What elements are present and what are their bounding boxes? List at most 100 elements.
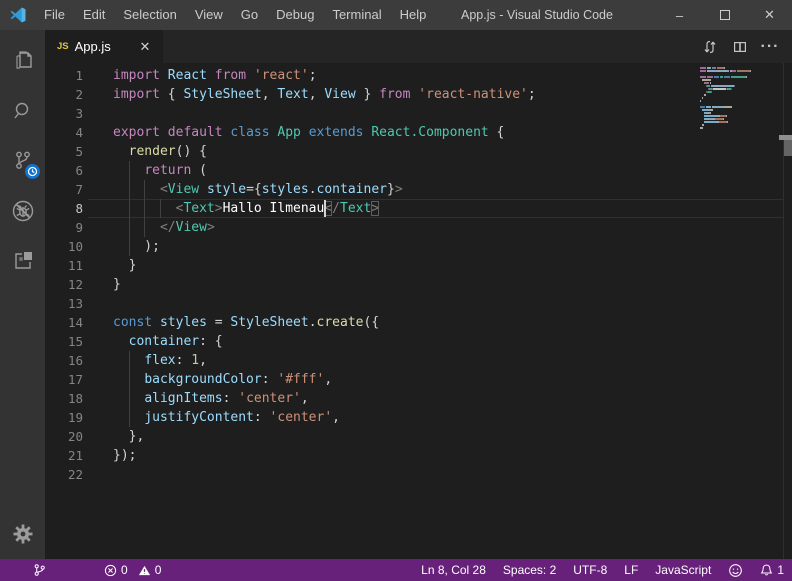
- code-line: import { StyleSheet, Text, View } from '…: [88, 85, 783, 104]
- source-control-badge-clock-icon: [25, 164, 40, 179]
- split-editor-icon: [732, 39, 748, 55]
- minimize-button[interactable]: –: [657, 0, 702, 30]
- feedback-button[interactable]: [728, 563, 743, 578]
- error-icon: [104, 564, 117, 577]
- encoding-button[interactable]: UTF-8: [573, 563, 607, 577]
- code-line: <Text>Hallo Ilmenau</Text>: [88, 199, 783, 218]
- indent-guide: [129, 408, 130, 427]
- sidebar-item-source-control[interactable]: [0, 136, 45, 186]
- line-number: 5: [45, 142, 88, 161]
- code-line: alignItems: 'center',: [88, 389, 783, 408]
- indent-guide: [129, 199, 130, 218]
- code-row-15[interactable]: 15 container: {: [45, 332, 792, 351]
- git-branch-button[interactable]: [33, 563, 46, 577]
- line-number: 2: [45, 85, 88, 104]
- more-actions-button[interactable]: ···: [760, 37, 780, 57]
- line-number: 3: [45, 104, 88, 123]
- git-branch-icon: [33, 563, 46, 577]
- line-number: 18: [45, 389, 88, 408]
- code-editor[interactable]: 1import React from 'react';2import { Sty…: [45, 63, 792, 559]
- overview-ruler[interactable]: [783, 63, 792, 559]
- scrollbar-thumb[interactable]: [784, 140, 792, 156]
- code-row-14[interactable]: 14const styles = StyleSheet.create({: [45, 313, 792, 332]
- code-row-4[interactable]: 4export default class App extends React.…: [45, 123, 792, 142]
- menu-bar: FileEditSelectionViewGoDebugTerminalHelp: [35, 0, 435, 30]
- line-number: 21: [45, 446, 88, 465]
- split-editor-button[interactable]: [730, 37, 750, 57]
- problems-button[interactable]: 0 0: [104, 563, 161, 577]
- editor-group: JS App.js ✕: [45, 30, 792, 559]
- code-row-21[interactable]: 21});: [45, 446, 792, 465]
- code-row-17[interactable]: 17 backgroundColor: '#fff',: [45, 370, 792, 389]
- code-row-5[interactable]: 5 render() {: [45, 142, 792, 161]
- language-mode-button[interactable]: JavaScript: [655, 563, 711, 577]
- javascript-file-icon: JS: [57, 41, 69, 52]
- code-row-10[interactable]: 10 );: [45, 237, 792, 256]
- close-button[interactable]: ✕: [747, 0, 792, 30]
- code-row-11[interactable]: 11 }: [45, 256, 792, 275]
- menu-view[interactable]: View: [186, 0, 232, 30]
- line-number: 6: [45, 161, 88, 180]
- menu-terminal[interactable]: Terminal: [323, 0, 390, 30]
- code-row-2[interactable]: 2import { StyleSheet, Text, View } from …: [45, 85, 792, 104]
- code-line: justifyContent: 'center',: [88, 408, 783, 427]
- code-line: return (: [88, 161, 783, 180]
- line-number: 17: [45, 370, 88, 389]
- code-row-7[interactable]: 7 <View style={styles.container}>: [45, 180, 792, 199]
- line-number: 19: [45, 408, 88, 427]
- sync-changes-icon: [702, 39, 718, 55]
- code-row-9[interactable]: 9 </View>: [45, 218, 792, 237]
- indent-guide: [129, 389, 130, 408]
- code-line: }: [88, 275, 783, 294]
- indent-guide: [144, 218, 145, 237]
- settings-button[interactable]: [0, 509, 45, 559]
- vscode-window: FileEditSelectionViewGoDebugTerminalHelp…: [0, 0, 792, 581]
- cursor-position-button[interactable]: Ln 8, Col 28: [421, 563, 486, 577]
- sidebar-item-extensions[interactable]: [0, 236, 45, 286]
- sidebar-item-debug[interactable]: [0, 186, 45, 236]
- indent-guide: [129, 237, 130, 256]
- sidebar-item-explorer[interactable]: [0, 36, 45, 86]
- menu-file[interactable]: File: [35, 0, 74, 30]
- warning-count: 0: [155, 563, 162, 577]
- code-row-13[interactable]: 13: [45, 294, 792, 313]
- code-line: render() {: [88, 142, 783, 161]
- maximize-button[interactable]: [702, 0, 747, 30]
- tab-bar: JS App.js ✕: [45, 30, 792, 63]
- activity-bar: [0, 30, 45, 559]
- text-cursor: [324, 200, 326, 217]
- code-row-20[interactable]: 20 },: [45, 427, 792, 446]
- tab-appjs[interactable]: JS App.js ✕: [45, 30, 163, 63]
- menu-selection[interactable]: Selection: [114, 0, 185, 30]
- sync-changes-button[interactable]: [700, 37, 720, 57]
- code-row-12[interactable]: 12}: [45, 275, 792, 294]
- code-lines: 1import React from 'react';2import { Sty…: [45, 66, 792, 484]
- code-row-8[interactable]: 8 <Text>Hallo Ilmenau</Text>: [45, 199, 792, 218]
- indent-guide: [129, 161, 130, 180]
- debug-no-bug-icon: [10, 198, 36, 224]
- menu-edit[interactable]: Edit: [74, 0, 114, 30]
- notifications-button[interactable]: 1: [760, 563, 784, 577]
- code-line: );: [88, 237, 783, 256]
- sidebar-item-search[interactable]: [0, 86, 45, 136]
- menu-go[interactable]: Go: [232, 0, 267, 30]
- line-number: 1: [45, 66, 88, 85]
- indent-guide: [160, 199, 161, 218]
- code-row-6[interactable]: 6 return (: [45, 161, 792, 180]
- line-number: 7: [45, 180, 88, 199]
- code-row-22[interactable]: 22: [45, 465, 792, 484]
- code-row-3[interactable]: 3: [45, 104, 792, 123]
- minimap[interactable]: [700, 67, 757, 133]
- indentation-button[interactable]: Spaces: 2: [503, 563, 556, 577]
- code-line: <View style={styles.container}>: [88, 180, 783, 199]
- line-number: 13: [45, 294, 88, 313]
- eol-button[interactable]: LF: [624, 563, 638, 577]
- code-row-16[interactable]: 16 flex: 1,: [45, 351, 792, 370]
- line-number: 11: [45, 256, 88, 275]
- tab-close-icon[interactable]: ✕: [137, 39, 153, 55]
- code-row-1[interactable]: 1import React from 'react';: [45, 66, 792, 85]
- line-number: 9: [45, 218, 88, 237]
- code-row-18[interactable]: 18 alignItems: 'center',: [45, 389, 792, 408]
- code-row-19[interactable]: 19 justifyContent: 'center',: [45, 408, 792, 427]
- menu-debug[interactable]: Debug: [267, 0, 323, 30]
